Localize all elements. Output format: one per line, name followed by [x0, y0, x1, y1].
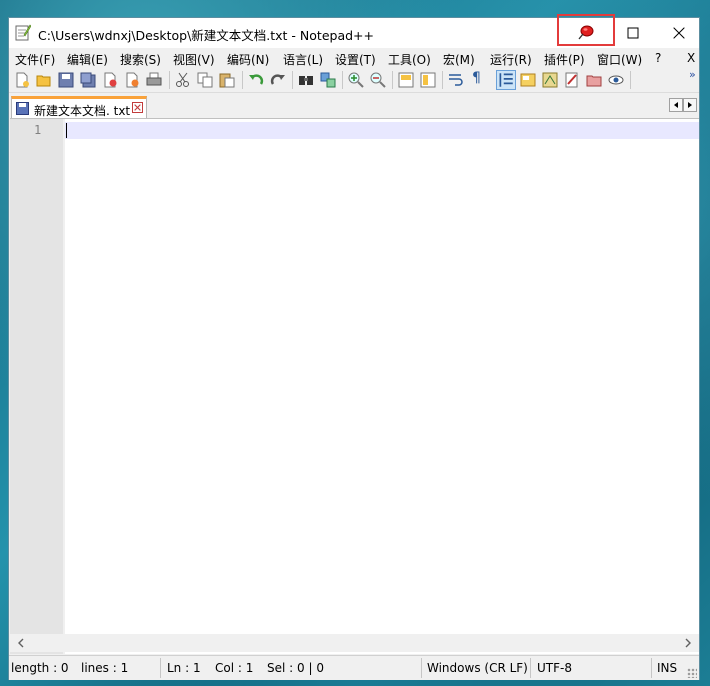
menu-macro[interactable]: 宏(M) — [443, 51, 475, 68]
menu-encoding[interactable]: 编码(N) — [227, 51, 269, 68]
replace-icon[interactable] — [320, 72, 336, 88]
monitoring-eye-icon[interactable] — [608, 72, 624, 88]
maximize-button[interactable] — [610, 18, 656, 48]
copy-icon[interactable] — [197, 72, 213, 88]
toolbar-separator — [342, 71, 343, 89]
status-selection: Sel : 0 | 0 — [267, 661, 324, 675]
resize-grip[interactable] — [687, 668, 697, 678]
cut-icon[interactable] — [175, 72, 191, 88]
toolbar-overflow-button[interactable]: » — [689, 68, 696, 81]
window-title: C:\Users\wdnxj\Desktop\新建文本文档.txt - Note… — [38, 28, 374, 43]
close-icon — [673, 27, 685, 39]
saved-file-icon — [16, 102, 29, 115]
word-wrap-icon[interactable] — [448, 72, 464, 88]
indent-guide-icon[interactable] — [496, 70, 516, 90]
maximize-icon — [627, 27, 639, 39]
menu-view[interactable]: 视图(V) — [173, 51, 215, 68]
toolbar: ¶ » — [9, 68, 699, 93]
tab-label: 新建文本文档. txt — [34, 104, 131, 118]
function-list-icon[interactable] — [564, 72, 580, 88]
toolbar-separator — [442, 71, 443, 89]
show-all-chars-icon[interactable]: ¶ — [472, 70, 488, 86]
text-editor-area[interactable]: 1 — [10, 118, 699, 654]
menu-window[interactable]: 窗口(W) — [597, 51, 642, 68]
pushpin-icon — [578, 25, 594, 40]
menu-edit[interactable]: 编辑(E) — [67, 51, 108, 68]
undo-icon[interactable] — [248, 72, 264, 88]
menu-run[interactable]: 运行(R) — [490, 51, 532, 68]
scroll-right-arrow-icon[interactable] — [683, 637, 693, 649]
status-encoding[interactable]: UTF-8 — [537, 661, 572, 675]
line-number: 1 — [34, 123, 42, 137]
arrow-left-icon — [674, 102, 678, 108]
toolbar-separator — [630, 71, 631, 89]
arrow-right-icon — [688, 102, 692, 108]
new-file-icon[interactable] — [14, 72, 30, 88]
tab-close-icon[interactable] — [132, 102, 143, 113]
toolbar-separator — [292, 71, 293, 89]
always-on-top-pin-button[interactable] — [563, 18, 609, 48]
menu-tools[interactable]: 工具(O) — [388, 51, 431, 68]
menu-language[interactable]: 语言(L) — [283, 51, 323, 68]
menu-help[interactable]: ? — [655, 51, 661, 65]
doc-map-icon[interactable] — [542, 72, 558, 88]
sync-vertical-icon[interactable] — [398, 72, 414, 88]
current-line-highlight — [65, 122, 699, 139]
status-line-number: Ln : 1 — [167, 661, 201, 675]
close-file-icon[interactable] — [102, 72, 118, 88]
fold-margin[interactable] — [63, 119, 65, 654]
close-button[interactable] — [656, 18, 702, 48]
tab-scroll-left-button[interactable] — [669, 98, 683, 112]
toolbar-separator — [242, 71, 243, 89]
horizontal-scrollbar[interactable] — [10, 634, 699, 652]
print-icon[interactable] — [146, 72, 162, 88]
open-file-icon[interactable] — [36, 72, 52, 88]
status-length: length : 0 — [11, 661, 69, 675]
user-language-icon[interactable] — [520, 72, 536, 88]
menu-search[interactable]: 搜索(S) — [120, 51, 161, 68]
document-tab[interactable]: 新建文本文档. txt — [11, 96, 147, 118]
status-insert-mode[interactable]: INS — [657, 661, 677, 675]
zoom-out-icon[interactable] — [370, 72, 386, 88]
folder-workspace-icon[interactable] — [586, 72, 602, 88]
status-separator — [421, 658, 422, 678]
scroll-left-arrow-icon[interactable] — [16, 637, 26, 649]
status-separator — [651, 658, 652, 678]
find-icon[interactable] — [298, 72, 314, 88]
status-separator — [160, 658, 161, 678]
status-eol-format[interactable]: Windows (CR LF) — [427, 661, 528, 675]
paste-icon[interactable] — [219, 72, 235, 88]
close-all-icon[interactable] — [124, 72, 140, 88]
line-number-gutter: 1 — [10, 119, 63, 654]
menu-plugins[interactable]: 插件(P) — [544, 51, 585, 68]
toolbar-separator — [392, 71, 393, 89]
menu-settings[interactable]: 设置(T) — [335, 51, 376, 68]
status-bar: length : 0 lines : 1 Ln : 1 Col : 1 Sel … — [9, 655, 699, 680]
save-all-icon[interactable] — [80, 72, 96, 88]
zoom-in-icon[interactable] — [348, 72, 364, 88]
menu-file[interactable]: 文件(F) — [15, 51, 55, 68]
notepadpp-app-icon — [15, 24, 31, 41]
status-column: Col : 1 — [215, 661, 254, 675]
notepadpp-window: C:\Users\wdnxj\Desktop\新建文本文档.txt - Note… — [8, 14, 702, 680]
text-caret — [66, 123, 67, 138]
tab-scroll-right-button[interactable] — [683, 98, 697, 112]
redo-icon[interactable] — [270, 72, 286, 88]
save-icon[interactable] — [58, 72, 74, 88]
menu-close-doc[interactable]: X — [687, 51, 695, 65]
tab-bar: 新建文本文档. txt — [9, 94, 699, 118]
title-bar[interactable]: C:\Users\wdnxj\Desktop\新建文本文档.txt - Note… — [9, 14, 702, 48]
toolbar-separator — [169, 71, 170, 89]
status-separator — [530, 658, 531, 678]
menu-bar: 文件(F) 编辑(E) 搜索(S) 视图(V) 编码(N) 语言(L) 设置(T… — [9, 48, 699, 68]
sync-horizontal-icon[interactable] — [420, 72, 436, 88]
status-lines: lines : 1 — [81, 661, 129, 675]
